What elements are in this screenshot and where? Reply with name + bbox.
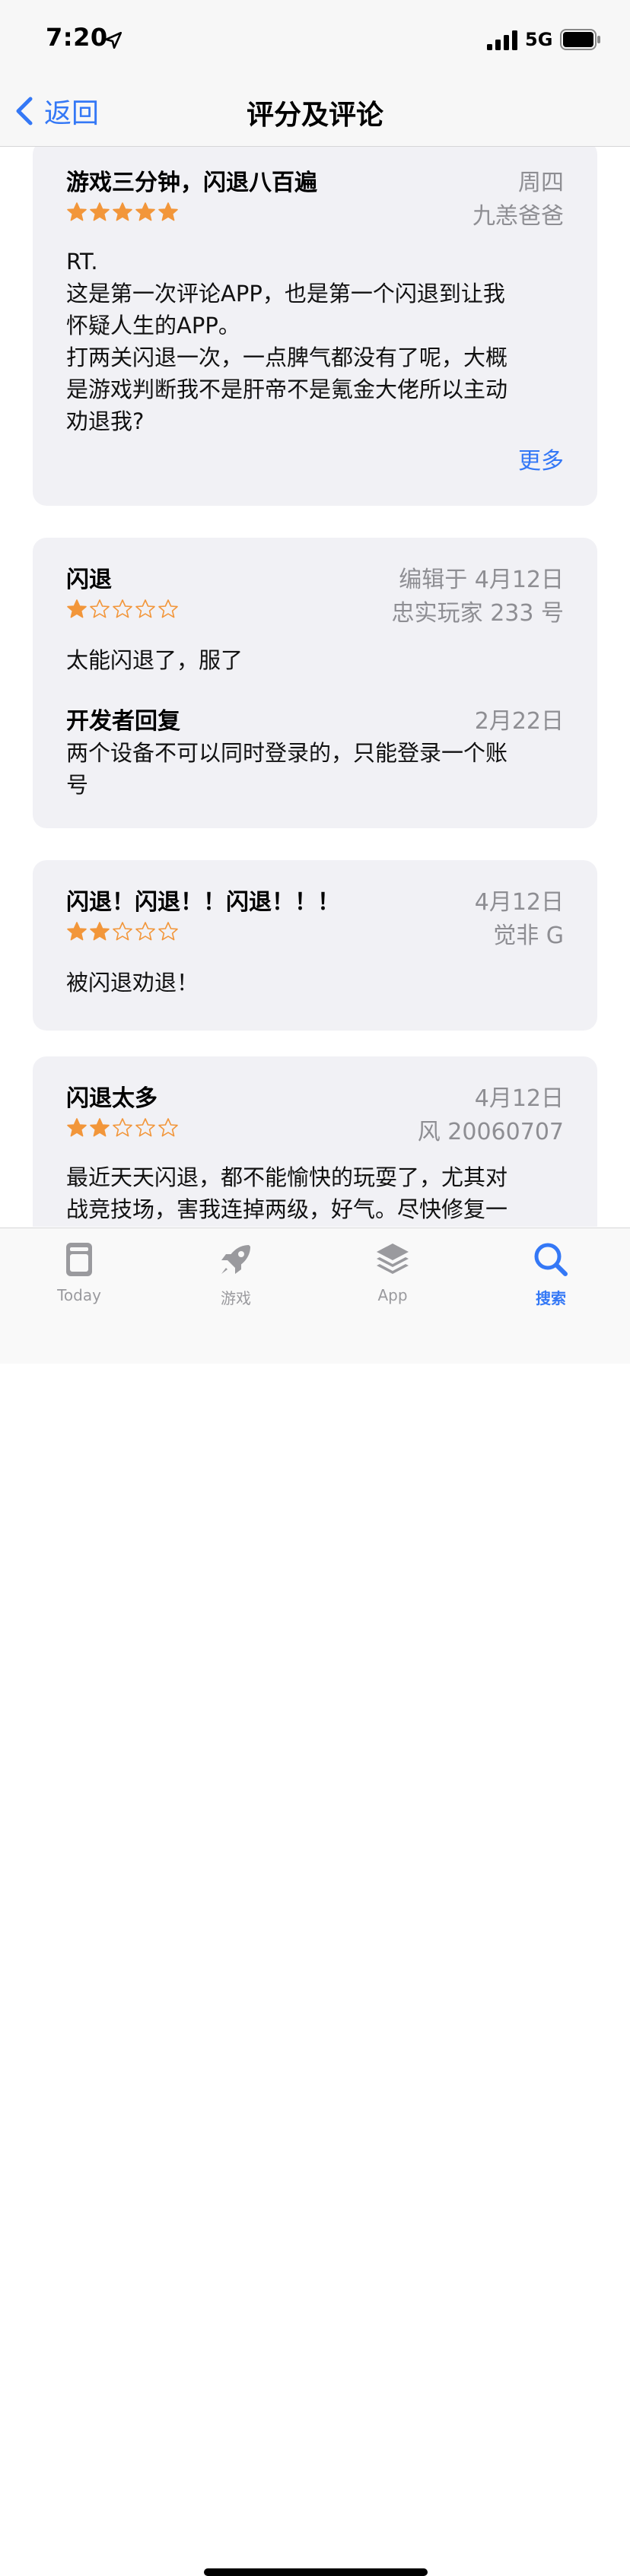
star-empty-icon (158, 1118, 178, 1137)
status-bar: 7:20 5G (0, 0, 630, 76)
tab-today[interactable]: Today (18, 1239, 140, 1304)
star-empty-icon (158, 922, 178, 941)
review-title: 闪退！闪退！！闪退！！！ (66, 889, 340, 916)
tab-label: 搜索 (536, 1289, 566, 1307)
review-body-line: 是游戏判断我不是肝帝不是氪金大佬所以主动 (66, 376, 508, 402)
star-empty-icon (135, 922, 155, 941)
review-body-line: 这是第一次评论APP，也是第一个闪退到让我 (66, 281, 505, 307)
tab-bar: Today 游戏 App 搜索 (0, 1228, 630, 2576)
location-arrow-icon (104, 31, 123, 49)
star-empty-icon (113, 599, 132, 618)
star-filled-icon (67, 202, 87, 221)
star-empty-icon (90, 599, 110, 618)
tab-label: App (377, 1286, 408, 1304)
star-empty-icon (158, 599, 178, 618)
page-title: 评分及评论 (246, 100, 383, 131)
star-filled-icon (90, 922, 110, 941)
star-filled-icon (67, 922, 87, 941)
star-empty-icon (113, 922, 132, 941)
tab-apps[interactable]: App (332, 1239, 453, 1304)
review-title: 闪退 (66, 567, 112, 593)
tab-search[interactable]: 搜索 (490, 1239, 612, 1308)
developer-reply-line: 号 (66, 772, 89, 798)
review-author: 九恙爸爸 (473, 203, 564, 230)
more-link[interactable]: 更多 (518, 442, 564, 475)
developer-reply-title: 开发者回复 (66, 708, 180, 735)
cellular-signal-icon (487, 30, 517, 50)
review-body: 最近天天闪退，都不能愉快的玩耍了，尤其对 战竞技场，害我连掉两级，好气。尽快修复… (66, 1161, 568, 1225)
star-empty-icon (135, 1118, 155, 1137)
review-body-line: 劝退我? (66, 408, 145, 434)
review-author: 忠实玩家 233 号 (391, 600, 564, 627)
review-title: 游戏三分钟，闪退八百遍 (66, 170, 317, 196)
review-author: 风 20060707 (417, 1119, 564, 1145)
review-body-line: 被闪退劝退！ (66, 970, 199, 996)
review-body: RT. 这是第一次评论APP，也是第一个闪退到让我 怀疑人生的APP。 打两关闪… (66, 246, 568, 437)
star-filled-icon (67, 1118, 87, 1137)
rocket-icon (221, 1245, 250, 1274)
search-icon (534, 1243, 568, 1276)
developer-reply-date: 2月22日 (474, 708, 564, 735)
star-rating (66, 202, 179, 223)
review-body-line: 怀疑人生的APP。 (66, 313, 240, 338)
star-filled-icon (158, 202, 178, 221)
review-body: 太能闪退了，服了 (66, 644, 568, 676)
review-author: 觉非 G (493, 923, 564, 949)
layers-icon (377, 1244, 409, 1274)
review-date: 周四 (518, 170, 564, 196)
tab-label: 游戏 (221, 1289, 251, 1307)
navigation-bar: 返回 评分及评论 (0, 76, 630, 147)
star-filled-icon (90, 1118, 110, 1137)
star-rating (66, 1117, 179, 1139)
review-list[interactable]: 游戏三分钟，闪退八百遍 周四 九恙爸爸 RT. 这是第一次评论APP，也是第一个… (0, 147, 630, 1227)
home-indicator[interactable] (204, 2568, 428, 2576)
today-icon (66, 1243, 92, 1276)
battery-icon (560, 29, 600, 50)
star-filled-icon (67, 599, 87, 618)
review-date: 4月12日 (474, 1085, 564, 1112)
review-card[interactable]: 游戏三分钟，闪退八百遍 周四 九恙爸爸 RT. 这是第一次评论APP，也是第一个… (33, 147, 597, 506)
developer-reply-line: 两个设备不可以同时登录的，只能登录一个账 (66, 740, 508, 766)
review-body-line: 太能闪退了，服了 (66, 647, 243, 673)
tab-games[interactable]: 游戏 (175, 1239, 297, 1308)
star-empty-icon (135, 599, 155, 618)
review-card[interactable]: 闪退 编辑于 4月12日 忠实玩家 233 号 太能闪退了，服了 开发者回复 2… (33, 538, 597, 828)
status-time: 7:20 (46, 23, 108, 52)
star-filled-icon (113, 202, 132, 221)
review-body-line: RT. (66, 249, 98, 275)
review-card[interactable]: 闪退！闪退！！闪退！！！ 4月12日 觉非 G 被闪退劝退！ (33, 860, 597, 1031)
review-body-line: 打两关闪退一次，一点脾气都没有了呢，大概 (66, 345, 508, 370)
star-rating (66, 921, 179, 942)
review-card[interactable]: 闪退太多 4月12日 风 20060707 最近天天闪退，都不能愉快的玩耍了，尤… (33, 1056, 597, 1227)
star-filled-icon (135, 202, 155, 221)
star-filled-icon (90, 202, 110, 221)
review-title: 闪退太多 (66, 1085, 158, 1112)
review-body-line: 战竞技场，害我连掉两级，好气。尽快修复一 (66, 1196, 508, 1222)
review-body: 被闪退劝退！ (66, 967, 568, 999)
developer-reply-body: 两个设备不可以同时登录的，只能登录一个账 号 (66, 737, 568, 801)
star-empty-icon (113, 1118, 132, 1137)
review-body-line: 最近天天闪退，都不能愉快的玩耍了，尤其对 (66, 1164, 508, 1190)
tab-label: Today (57, 1286, 101, 1304)
star-rating (66, 599, 179, 620)
review-date: 编辑于 4月12日 (399, 567, 564, 593)
network-type: 5G (525, 29, 553, 50)
review-date: 4月12日 (474, 889, 564, 916)
